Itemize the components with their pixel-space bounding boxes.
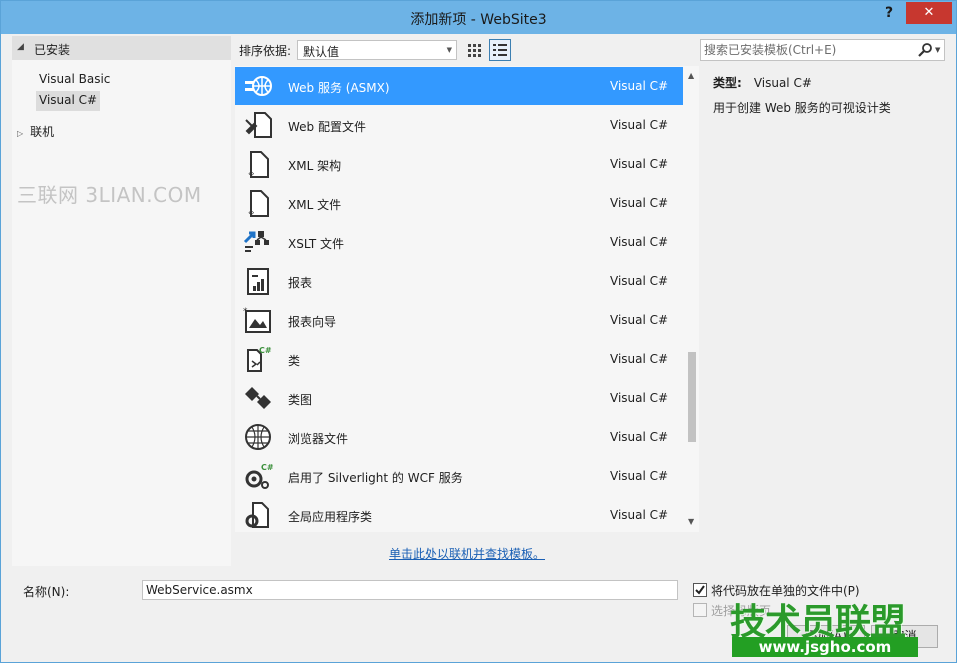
brand-watermark: 技术员联盟 www.jsgho.com <box>730 593 920 661</box>
class-icon: C# <box>243 345 273 373</box>
type-label: 类型: <box>713 76 742 90</box>
tree-item-visual-basic[interactable]: Visual Basic <box>36 70 113 90</box>
template-name: 浏览器文件 <box>288 432 349 446</box>
search-icon[interactable] <box>918 42 934 58</box>
add-new-item-dialog: 添加新项 - WebSite3 ? ✕ ◢ 已安装 Visual Basic V… <box>0 0 957 663</box>
template-type-detail: 类型: Visual C# <box>713 74 812 91</box>
list-view-icon <box>493 44 507 56</box>
svg-text:C#: C# <box>261 463 273 472</box>
svg-text:‹›: ‹› <box>248 169 254 178</box>
list-view-button[interactable] <box>489 39 511 61</box>
expand-arrow-icon[interactable]: ▷ <box>17 129 23 138</box>
template-type: Visual C# <box>610 469 669 483</box>
report-wizard-icon: * <box>243 306 273 334</box>
tree-node-installed-label: 已安装 <box>34 43 71 57</box>
template-name: Web 服务 (ASMX) <box>288 81 390 95</box>
checkmark-icon <box>695 585 705 595</box>
svg-text:C#: C# <box>259 346 272 355</box>
report-icon <box>243 267 273 295</box>
template-type: Visual C# <box>610 313 669 327</box>
template-category-tree: ◢ 已安装 Visual Basic Visual C# ▷ 联机 三联网 3LI… <box>12 36 231 566</box>
template-list-scrollbar[interactable]: ▲ ▼ <box>685 66 699 532</box>
chevron-down-icon: ▼ <box>446 46 452 54</box>
xslt-file-icon <box>243 228 273 256</box>
template-list: Web 服务 (ASMX) Visual C# Web 配置文件 Visual … <box>235 66 699 532</box>
template-name: 类图 <box>288 393 313 407</box>
template-name: Web 配置文件 <box>288 120 366 134</box>
xml-file-icon: ‹› <box>243 189 273 217</box>
global-app-class-icon <box>243 501 273 529</box>
template-row[interactable]: ‹› XML 架构 Visual C# <box>235 145 683 183</box>
silverlight-wcf-icon: C# <box>243 462 274 490</box>
template-row[interactable]: C# 类 Visual C# <box>235 340 683 378</box>
browser-file-icon <box>243 423 273 451</box>
tree-node-online[interactable]: ▷ 联机 <box>17 123 54 141</box>
template-row[interactable]: XSLT 文件 Visual C# <box>235 223 683 261</box>
template-name: 启用了 Silverlight 的 WCF 服务 <box>288 471 463 485</box>
template-type: Visual C# <box>610 508 669 522</box>
class-diagram-icon <box>243 384 273 412</box>
template-name: XML 文件 <box>288 198 342 212</box>
master-page-checkbox[interactable] <box>693 603 707 617</box>
tree-item-visual-csharp[interactable]: Visual C# <box>36 91 101 111</box>
template-row[interactable]: Web 配置文件 Visual C# <box>235 106 683 144</box>
template-type: Visual C# <box>610 352 669 366</box>
dialog-title: 添加新项 - WebSite3 <box>410 12 547 28</box>
search-installed-templates[interactable]: ▼ <box>700 39 945 61</box>
template-row[interactable]: 浏览器文件 Visual C# <box>235 418 683 456</box>
collapse-arrow-icon[interactable]: ◢ <box>17 42 24 52</box>
template-row[interactable]: Web 服务 (ASMX) Visual C# <box>235 67 683 105</box>
template-type: Visual C# <box>610 391 669 405</box>
name-label: 名称(N): <box>23 585 70 599</box>
help-button[interactable]: ? <box>881 5 897 23</box>
sort-label: 排序依据: <box>239 44 292 58</box>
watermark-text: 三联网 3LIAN.COM <box>17 183 202 207</box>
xml-schema-icon: ‹› <box>243 150 273 178</box>
template-row[interactable]: C# 启用了 Silverlight 的 WCF 服务 Visual C# <box>235 457 683 495</box>
template-type: Visual C# <box>610 79 669 93</box>
svg-text:*: * <box>243 307 248 317</box>
find-online-templates-link[interactable]: 单击此处以联机并查找模板。 <box>389 545 545 562</box>
search-input[interactable] <box>704 42 909 58</box>
name-field[interactable] <box>142 580 678 600</box>
template-row[interactable]: * 报表向导 Visual C# <box>235 301 683 339</box>
close-button[interactable]: ✕ <box>906 2 952 24</box>
scroll-up-arrow-icon[interactable]: ▲ <box>688 71 694 80</box>
template-name: 类 <box>288 354 301 368</box>
sort-dropdown[interactable]: 默认值 ▼ <box>297 40 457 60</box>
search-options-chevron-icon[interactable]: ▼ <box>935 46 940 54</box>
scroll-thumb[interactable] <box>688 352 696 442</box>
separate-file-checkbox[interactable] <box>693 583 707 597</box>
type-value: Visual C# <box>753 76 812 90</box>
template-name: XSLT 文件 <box>288 237 345 251</box>
tree-node-online-label: 联机 <box>30 125 55 139</box>
grid-view-button[interactable] <box>465 40 485 60</box>
template-name: 全局应用程序类 <box>288 510 373 524</box>
template-type: Visual C# <box>610 118 669 132</box>
template-row[interactable]: ‹› XML 文件 Visual C# <box>235 184 683 222</box>
scroll-down-arrow-icon[interactable]: ▼ <box>688 517 694 526</box>
tree-node-installed[interactable]: ◢ 已安装 <box>12 36 231 60</box>
web-service-icon <box>243 72 273 100</box>
template-type: Visual C# <box>610 430 669 444</box>
brand-url: www.jsgho.com <box>732 637 918 657</box>
template-name: XML 架构 <box>288 159 342 173</box>
grid-view-icon <box>468 44 481 57</box>
web-config-icon <box>243 111 273 139</box>
template-row[interactable]: 全局应用程序类 Visual C# <box>235 496 683 532</box>
svg-text:‹›: ‹› <box>248 208 254 217</box>
template-type: Visual C# <box>610 274 669 288</box>
sort-value: 默认值 <box>303 45 340 59</box>
template-row[interactable]: 报表 Visual C# <box>235 262 683 300</box>
template-description: 用于创建 Web 服务的可视设计类 <box>713 101 891 115</box>
template-type: Visual C# <box>610 157 669 171</box>
template-type: Visual C# <box>610 235 669 249</box>
template-name: 报表向导 <box>288 315 337 329</box>
title-bar[interactable]: 添加新项 - WebSite3 ? ✕ <box>1 1 956 34</box>
template-name: 报表 <box>288 276 313 290</box>
template-type: Visual C# <box>610 196 669 210</box>
template-row[interactable]: 类图 Visual C# <box>235 379 683 417</box>
